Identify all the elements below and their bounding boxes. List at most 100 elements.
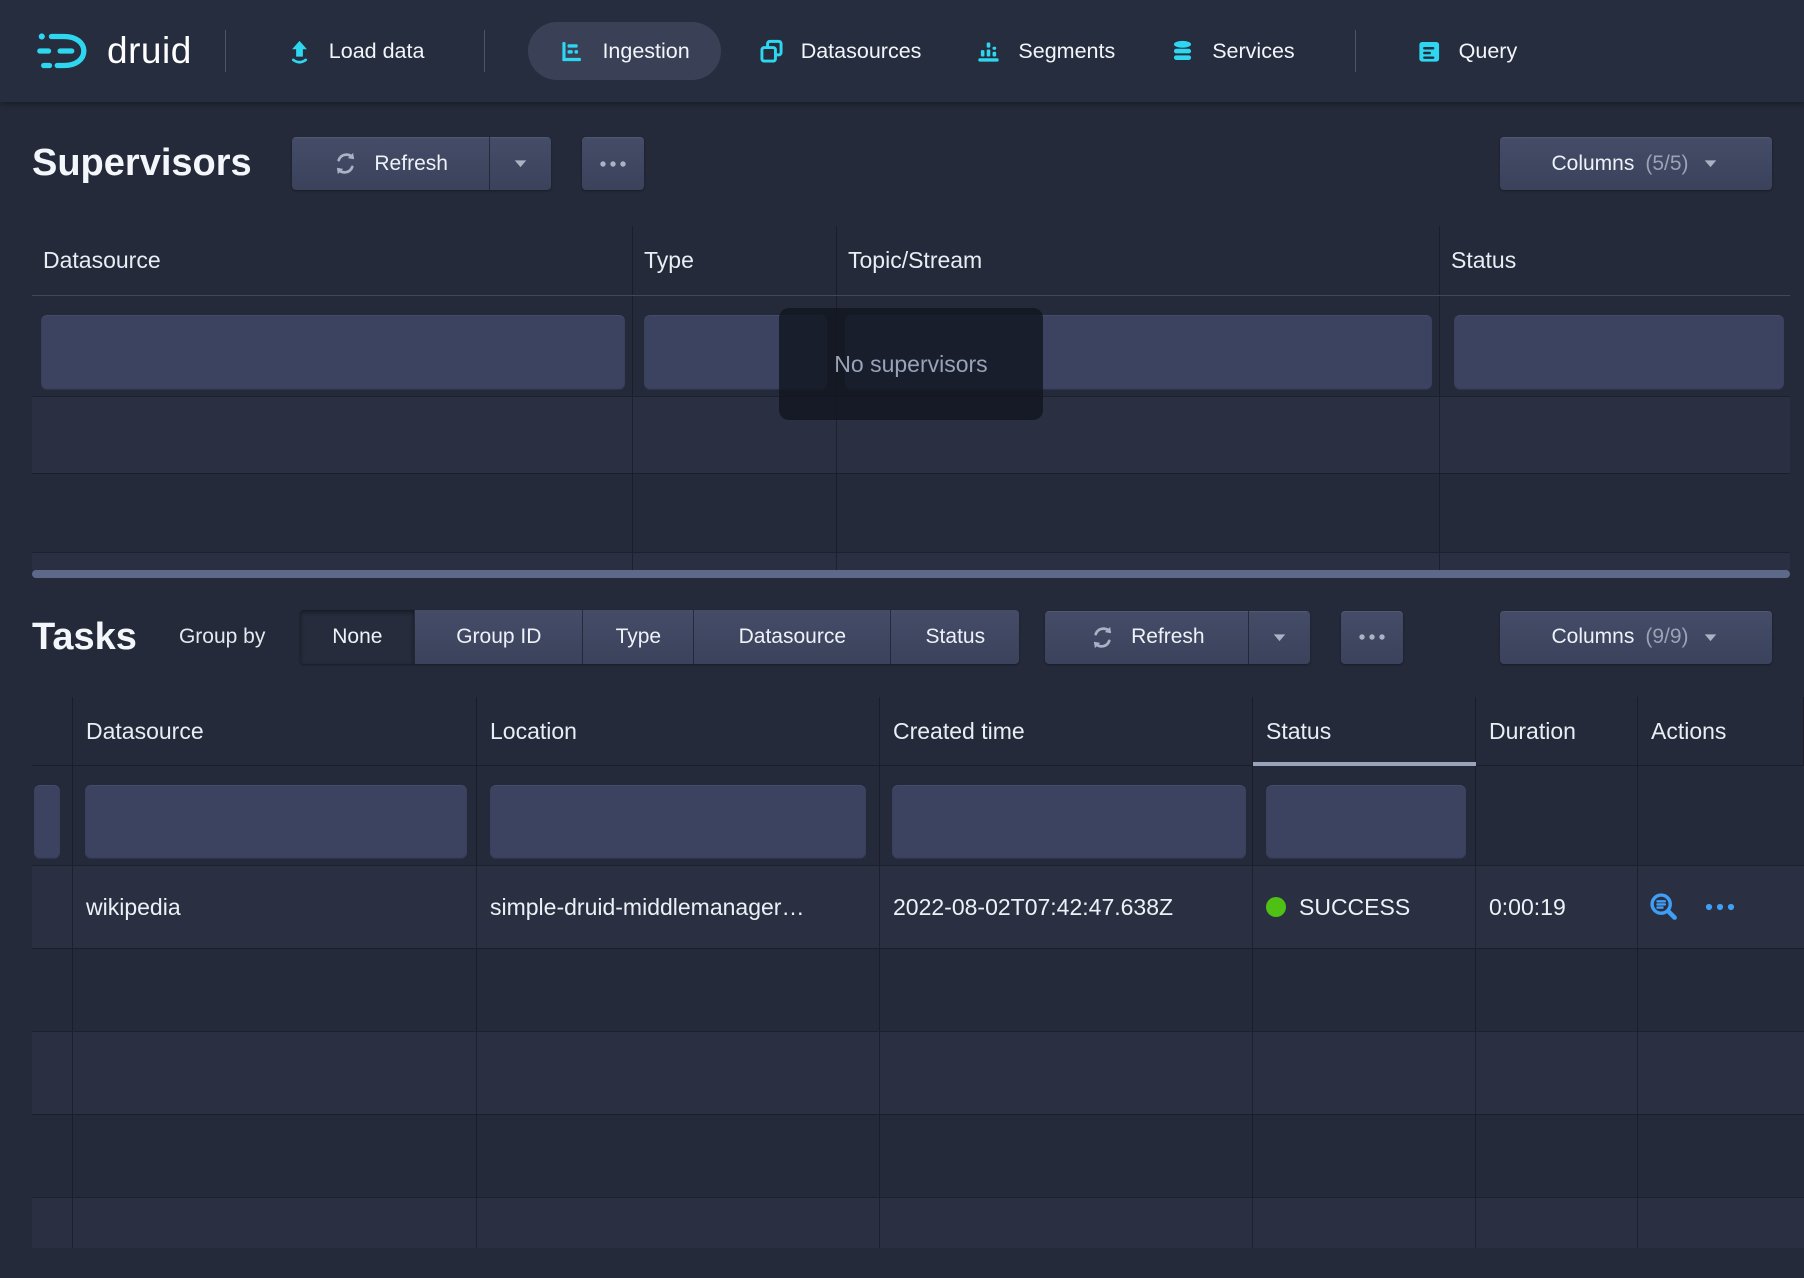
tasks-table-header: Datasource Location Created time Status … bbox=[32, 697, 1804, 766]
supervisors-refresh-group: Refresh bbox=[292, 137, 551, 190]
navbar-divider bbox=[1355, 30, 1356, 72]
supervisors-table: Datasource Type Topic/Stream Status bbox=[32, 226, 1790, 578]
nav-item-segments[interactable]: Segments bbox=[948, 0, 1142, 102]
navbar-divider bbox=[484, 30, 485, 72]
bar-chart-icon bbox=[975, 38, 1002, 65]
tasks-more-button[interactable] bbox=[1341, 611, 1403, 664]
task-actions bbox=[1638, 866, 1804, 948]
column-header-datasource[interactable]: Datasource bbox=[73, 697, 477, 765]
tasks-table: Datasource Location Created time Status … bbox=[32, 697, 1804, 1248]
status-filter-input[interactable] bbox=[1266, 785, 1466, 859]
refresh-icon bbox=[332, 150, 359, 177]
caret-down-icon bbox=[510, 153, 531, 174]
task-row-wikipedia[interactable]: wikipedia simple-druid-middlemanager… 20… bbox=[32, 865, 1804, 948]
supervisors-refresh-caret-button[interactable] bbox=[489, 137, 551, 190]
nav-item-label: Query bbox=[1459, 39, 1518, 64]
tasks-refresh-button[interactable]: Refresh bbox=[1045, 611, 1248, 664]
column-header-status[interactable]: Status bbox=[1440, 226, 1790, 295]
nav-item-label: Ingestion bbox=[602, 39, 689, 64]
horizontal-scrollbar[interactable] bbox=[32, 570, 1790, 578]
empty-table-row bbox=[32, 1114, 1804, 1197]
columns-label: Columns bbox=[1551, 625, 1634, 649]
group-by-label: Group by bbox=[179, 625, 265, 649]
empty-table-row bbox=[32, 948, 1804, 1031]
tasks-section: Tasks Group by None Group ID Type Dataso… bbox=[32, 610, 1772, 1248]
column-header-topic-stream[interactable]: Topic/Stream bbox=[837, 226, 1440, 295]
tasks-columns-button[interactable]: Columns (9/9) bbox=[1500, 611, 1772, 664]
tasks-refresh-caret-button[interactable] bbox=[1248, 611, 1310, 664]
group-by-type-button[interactable]: Type bbox=[582, 610, 693, 664]
task-status: SUCCESS bbox=[1253, 866, 1476, 948]
column-header-location[interactable]: Location bbox=[477, 697, 880, 765]
caret-down-icon bbox=[1269, 627, 1290, 648]
brand-text: druid bbox=[107, 30, 192, 72]
nav-item-load-data[interactable]: Load data bbox=[259, 0, 452, 102]
query-editor-icon bbox=[1416, 38, 1443, 65]
no-supervisors-message: No supervisors bbox=[779, 308, 1043, 420]
group-by-status-button[interactable]: Status bbox=[890, 610, 1019, 664]
navbar: druid Load data Ingestion Datasources bbox=[0, 0, 1804, 102]
supervisors-refresh-button[interactable]: Refresh bbox=[292, 137, 489, 190]
status-success-dot bbox=[1266, 897, 1286, 917]
group-by-datasource-button[interactable]: Datasource bbox=[693, 610, 890, 664]
refresh-label: Refresh bbox=[374, 152, 448, 176]
group-by-segmented-control: None Group ID Type Datasource Status bbox=[300, 610, 1019, 664]
database-icon bbox=[1169, 38, 1196, 65]
datasource-filter-input[interactable] bbox=[41, 315, 625, 390]
nav-item-label: Services bbox=[1212, 39, 1294, 64]
datasource-filter-input[interactable] bbox=[85, 785, 467, 859]
druid-logo-icon bbox=[35, 23, 93, 79]
view-task-detail-button[interactable] bbox=[1647, 890, 1681, 924]
column-header-actions[interactable]: Actions bbox=[1638, 697, 1804, 765]
nav-item-services[interactable]: Services bbox=[1142, 0, 1321, 102]
nav-item-datasources[interactable]: Datasources bbox=[731, 0, 949, 102]
column-header-datasource[interactable]: Datasource bbox=[32, 226, 633, 295]
cloud-upload-icon bbox=[286, 38, 313, 65]
status-filter-input[interactable] bbox=[1454, 315, 1784, 390]
nav-item-ingestion[interactable]: Ingestion bbox=[528, 22, 720, 80]
nav-item-label: Segments bbox=[1018, 39, 1115, 64]
nav-item-label: Datasources bbox=[801, 39, 922, 64]
supervisors-section: Supervisors Refresh bbox=[32, 137, 1772, 578]
empty-table-row bbox=[32, 552, 1790, 570]
task-actions-menu-button[interactable] bbox=[1703, 890, 1737, 924]
supervisors-table-header: Datasource Type Topic/Stream Status bbox=[32, 226, 1790, 296]
more-icon bbox=[599, 159, 627, 169]
magnifier-detail-icon bbox=[1647, 890, 1681, 924]
empty-table-row bbox=[32, 1197, 1804, 1248]
tasks-title: Tasks bbox=[32, 616, 137, 659]
druid-brand[interactable]: druid bbox=[35, 23, 192, 79]
location-filter-input[interactable] bbox=[490, 785, 866, 859]
created-time-filter-input[interactable] bbox=[892, 785, 1246, 859]
nav-item-query[interactable]: Query bbox=[1389, 0, 1545, 102]
task-location: simple-druid-middlemanager… bbox=[477, 866, 880, 948]
ingestion-view: Supervisors Refresh bbox=[0, 137, 1804, 1248]
columns-count: (9/9) bbox=[1645, 625, 1688, 649]
column-header-duration[interactable]: Duration bbox=[1476, 697, 1638, 765]
tasks-refresh-group: Refresh bbox=[1045, 611, 1310, 664]
task-duration: 0:00:19 bbox=[1476, 866, 1638, 948]
nav-item-label: Load data bbox=[329, 39, 425, 64]
caret-down-icon bbox=[1700, 627, 1721, 648]
group-by-group-id-button[interactable]: Group ID bbox=[414, 610, 582, 664]
task-id-filter-input[interactable] bbox=[34, 785, 60, 859]
column-header-type[interactable]: Type bbox=[633, 226, 837, 295]
stacked-squares-icon bbox=[758, 38, 785, 65]
group-by-none-button[interactable]: None bbox=[300, 610, 414, 664]
tasks-filter-row bbox=[32, 766, 1804, 865]
task-created-time: 2022-08-02T07:42:47.638Z bbox=[880, 866, 1253, 948]
sort-indicator bbox=[1253, 762, 1476, 766]
column-header-created-time[interactable]: Created time bbox=[880, 697, 1253, 765]
more-icon bbox=[1704, 901, 1736, 913]
task-datasource: wikipedia bbox=[73, 866, 477, 948]
refresh-label: Refresh bbox=[1131, 625, 1205, 649]
columns-label: Columns bbox=[1551, 152, 1634, 176]
empty-table-row bbox=[32, 1031, 1804, 1114]
column-header-status[interactable]: Status bbox=[1253, 697, 1476, 765]
status-text: SUCCESS bbox=[1299, 894, 1410, 921]
refresh-icon bbox=[1089, 624, 1116, 651]
navbar-divider bbox=[225, 30, 226, 72]
supervisors-more-button[interactable] bbox=[582, 137, 644, 190]
supervisors-columns-button[interactable]: Columns (5/5) bbox=[1500, 137, 1772, 190]
gantt-chart-icon bbox=[559, 38, 586, 65]
